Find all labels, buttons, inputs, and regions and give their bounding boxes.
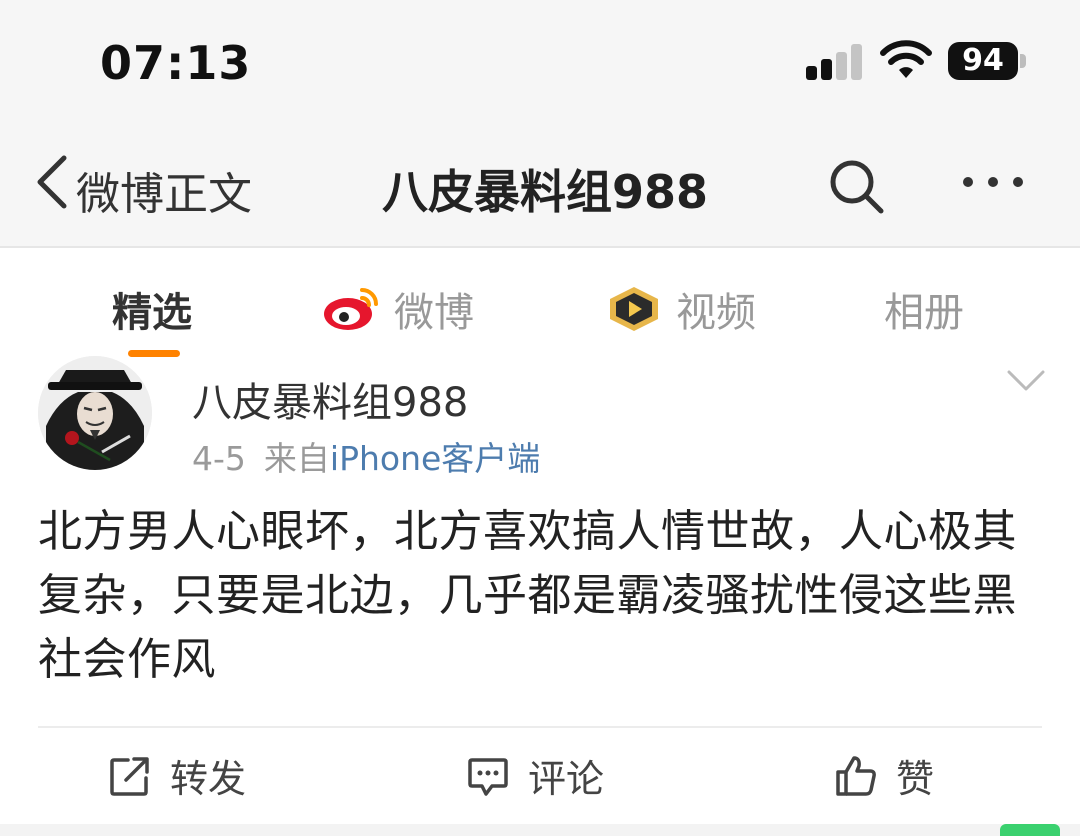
page-title: 八皮暴料组988: [382, 165, 709, 219]
like-button[interactable]: 赞: [834, 748, 934, 803]
weibo-logo-icon: [324, 288, 378, 330]
repost-icon: [110, 756, 149, 796]
video-badge-icon: [610, 287, 658, 331]
tab-featured-label: 精选: [112, 290, 192, 336]
repost-label: 转发: [170, 757, 247, 801]
bottom-strip: [0, 824, 1080, 836]
chevron-down-icon[interactable]: [1006, 368, 1046, 394]
post-date: 4-5: [192, 439, 246, 478]
back-button-label[interactable]: 微博正文: [76, 158, 252, 222]
tab-video[interactable]: 视频: [604, 280, 756, 338]
like-label: 赞: [896, 757, 935, 801]
back-chevron-icon[interactable]: [30, 152, 74, 212]
post-text: 北方男人心眼坏，北方喜欢搞人情世故，人心极其复杂，只要是北边，几乎都是霸凌骚扰性…: [38, 506, 1017, 685]
header-area: 07:13 94 微博正文 八皮暴料组988: [0, 0, 1080, 248]
battery-tip: [1020, 54, 1026, 68]
repost-button[interactable]: 转发: [108, 748, 246, 803]
tab-weibo-label: 微博: [394, 290, 474, 336]
avatar-image: [38, 356, 152, 470]
tab-weibo[interactable]: 微博: [322, 280, 474, 338]
tab-album-label: 相册: [884, 290, 964, 336]
avatar[interactable]: [38, 356, 152, 470]
tab-featured[interactable]: 精选: [112, 280, 192, 338]
tab-album[interactable]: 相册: [884, 280, 964, 338]
comment-button[interactable]: 评论: [466, 748, 604, 803]
status-time: 07:13: [100, 36, 252, 90]
more-icon[interactable]: [960, 170, 1026, 194]
author-name[interactable]: 八皮暴料组988: [192, 370, 468, 428]
comment-icon: [468, 757, 508, 796]
source-prefix: 来自: [263, 439, 330, 478]
comment-label: 评论: [528, 757, 605, 801]
divider: [38, 726, 1042, 728]
post-source[interactable]: iPhone客户端: [330, 439, 540, 478]
battery-indicator: 94: [948, 42, 1018, 80]
wifi-icon: [880, 40, 932, 78]
tab-video-label: 视频: [676, 290, 756, 336]
signal-icon: [806, 44, 864, 80]
active-tab-indicator: [128, 350, 180, 357]
post-meta: 4-5 来自iPhone客户端: [192, 432, 558, 480]
thumbs-up-icon: [836, 755, 876, 796]
search-icon[interactable]: [826, 156, 886, 216]
